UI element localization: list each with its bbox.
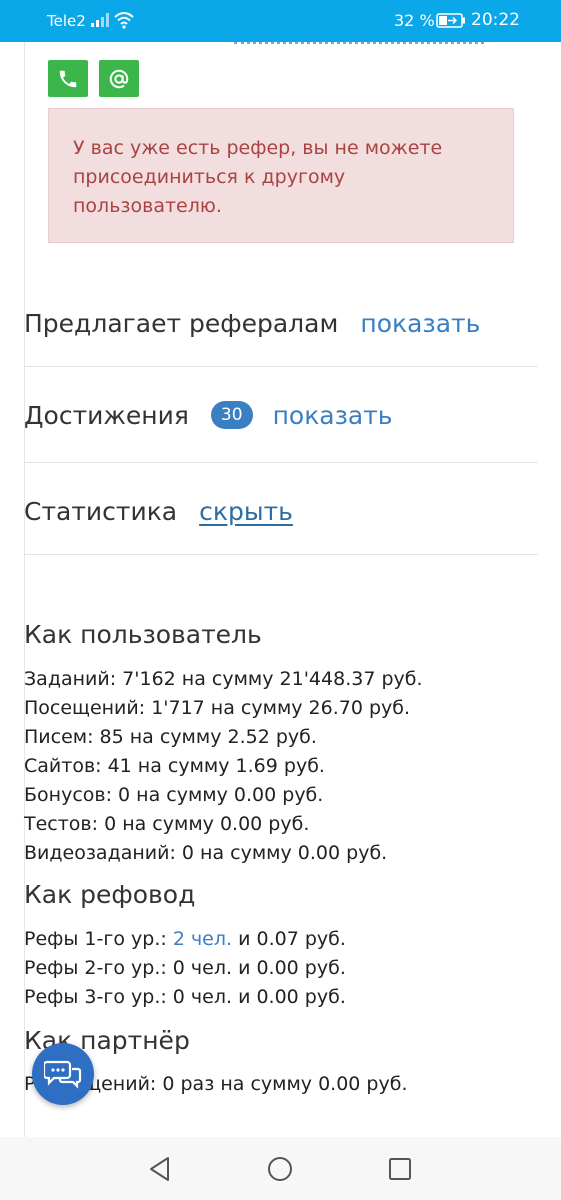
statistics-row: Статистика скрыть [24,490,538,532]
level1-refs-link[interactable]: 2 чел. [173,928,232,950]
carrier-label: Tele2 [47,12,86,30]
phone-button[interactable] [48,60,88,97]
level3-refs-stat: Рефы 3-го ур.: 0 чел. и 0.00 руб. [24,986,346,1008]
tests-stat: Тестов: 0 на сумму 0.00 руб. [24,813,310,835]
home-icon[interactable] [266,1155,294,1183]
statistics-hide-link[interactable]: скрыть [199,497,293,526]
clock: 20:22 [471,10,520,30]
wifi-icon [114,12,134,29]
level2-refs-stat: Рефы 2-го ур.: 0 чел. и 0.00 руб. [24,957,346,979]
offers-row: Предлагает рефералам показать [24,302,538,344]
email-button[interactable] [99,60,139,97]
level1-refs-stat: Рефы 1-го ур.: 2 чел. и 0.07 руб. [24,925,346,954]
divider [24,554,538,555]
signal-icon [91,13,109,27]
battery-charging-icon [436,13,465,28]
letters-stat: Писем: 85 на сумму 2.52 руб. [24,726,317,748]
referrer-alert: У вас уже есть рефер, вы не можете присо… [48,108,514,243]
system-nav-bar [0,1137,561,1200]
battery-percent: 32 % [394,11,435,30]
chat-bubbles-icon [44,1060,82,1089]
sites-stat: Сайтов: 41 на сумму 1.69 руб. [24,755,325,777]
level1-refs-suffix: и 0.07 руб. [238,928,346,950]
offers-show-link[interactable]: показать [360,309,480,338]
achievements-show-link[interactable]: показать [273,401,393,430]
statistics-label: Статистика [24,496,178,526]
tasks-stat: Заданий: 7'162 на сумму 21'448.37 руб. [24,668,423,690]
partial-contact-row [24,42,544,48]
at-sign-icon [109,69,129,88]
offers-label: Предлагает рефералам [24,308,339,338]
phone-icon [59,70,77,87]
achievements-row: Достижения 30 показать [24,394,538,436]
level1-refs-prefix: Рефы 1-го ур.: [24,928,167,950]
achievements-label: Достижения [24,400,189,430]
as-referrer-heading: Как рефовод [24,880,196,909]
as-user-heading: Как пользователь [24,620,262,649]
video-tasks-stat: Видеозаданий: 0 на сумму 0.00 руб. [24,842,388,864]
bonuses-stat: Бонусов: 0 на сумму 0.00 руб. [24,784,324,806]
back-icon[interactable] [146,1155,174,1183]
visits-stat: Посещений: 1'717 на сумму 26.70 руб. [24,697,411,719]
partial-link-text [234,42,484,44]
recent-apps-icon[interactable] [386,1155,414,1183]
status-bar: Tele2 32 % 20:22 [0,0,561,42]
chat-button[interactable] [32,1043,94,1105]
as-referrer-stats: Рефы 1-го ур.: 2 чел. и 0.07 руб. Рефы 2… [24,925,346,1012]
divider [24,462,538,463]
as-user-stats: Заданий: 7'162 на сумму 21'448.37 руб. П… [24,665,423,868]
achievements-count-badge: 30 [210,401,253,429]
divider [24,366,538,367]
